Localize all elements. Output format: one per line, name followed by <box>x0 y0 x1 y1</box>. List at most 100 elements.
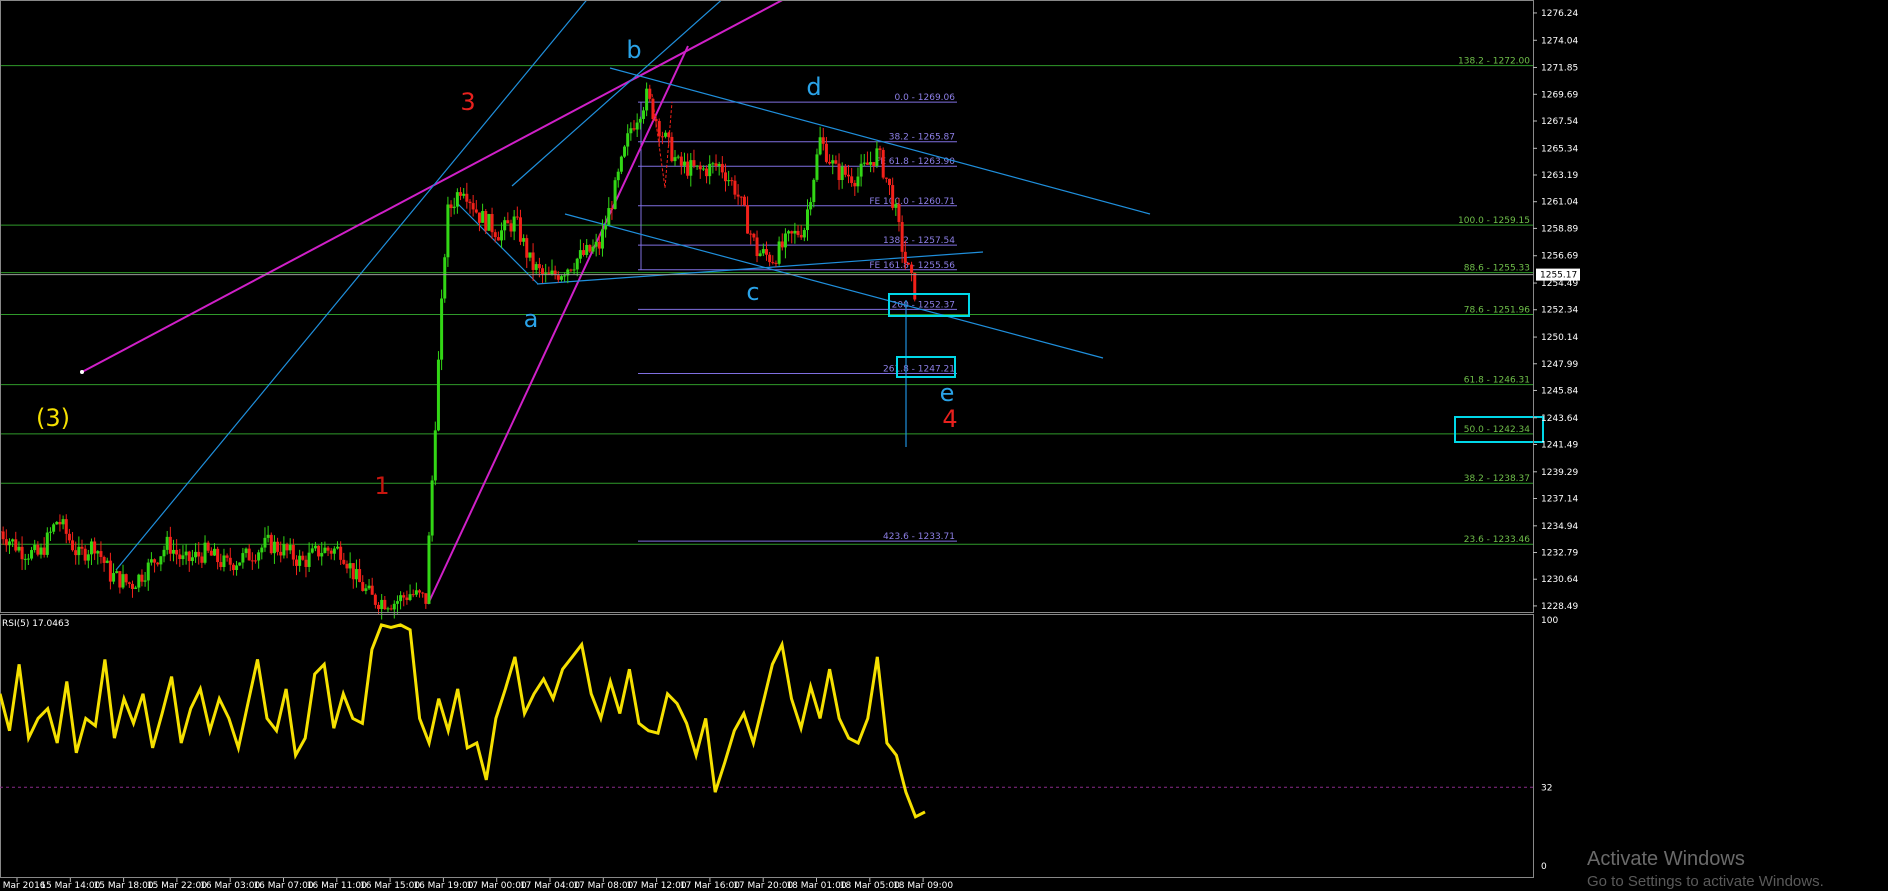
candle-body <box>36 544 40 555</box>
time-tick-label: 16 Mar 11:00 <box>307 881 367 891</box>
candle-body <box>162 549 166 557</box>
candle-body <box>190 557 194 562</box>
candle-body <box>723 172 727 182</box>
candle-body <box>471 203 475 210</box>
candle-body <box>900 222 904 252</box>
candle-body <box>320 552 324 557</box>
candle-body <box>906 262 910 265</box>
candle-body <box>143 580 147 582</box>
candle-body <box>664 132 668 137</box>
candle-body <box>200 556 204 563</box>
candle-body <box>487 214 491 231</box>
candle-body <box>878 148 882 150</box>
candle-body <box>465 193 469 202</box>
candle-body <box>282 544 286 556</box>
candle-body <box>405 597 409 600</box>
time-tick-label: 17 Mar 00:00 <box>467 881 527 891</box>
candle-body <box>821 137 825 144</box>
candle-body <box>604 225 608 230</box>
candle-body <box>272 541 276 554</box>
candle-body <box>93 541 97 554</box>
candle-body <box>212 548 216 556</box>
candle-body <box>244 548 248 554</box>
candle-body <box>149 559 153 563</box>
candle-body <box>509 223 513 232</box>
candle-body <box>591 246 595 252</box>
expansion-level-label: FE 100.0 - 1260.71 <box>869 197 955 207</box>
candle-body <box>698 165 702 170</box>
candle-body <box>140 574 144 582</box>
expansion-level-label: 138.2 - 1257.54 <box>883 236 955 246</box>
candle-body <box>594 241 598 247</box>
candle-body <box>692 160 696 167</box>
candle-body <box>616 171 620 181</box>
candle-body <box>500 230 504 241</box>
rsi-tick-label: 100 <box>1541 616 1558 626</box>
candle-body <box>329 550 333 554</box>
candle-body <box>484 211 488 231</box>
expansion-level-label: 38.2 - 1265.87 <box>889 133 955 143</box>
candle-body <box>443 257 447 299</box>
candle-body <box>339 546 343 560</box>
candle-body <box>440 298 444 360</box>
price-tick-label: 1241.49 <box>1541 440 1578 450</box>
candle-body <box>525 238 529 258</box>
candle-body <box>531 252 535 270</box>
candle-body <box>541 268 545 275</box>
candle-body <box>288 544 292 551</box>
retracement-level-label: 50.0 - 1242.34 <box>1464 425 1530 435</box>
candle-body <box>894 203 898 208</box>
candle-body <box>146 562 150 581</box>
candle-body <box>455 192 459 207</box>
activate-windows-watermark: Activate Windows <box>1587 848 1745 870</box>
candle-body <box>77 546 81 556</box>
candle-body <box>80 546 84 549</box>
candle-body <box>332 548 336 554</box>
candle-body <box>436 359 440 431</box>
candle-body <box>537 264 541 269</box>
price-tick-label: 1256.69 <box>1541 252 1578 262</box>
expansion-level-label: 261.8 - 1247.21 <box>883 364 955 374</box>
candle-body <box>238 562 242 566</box>
candle-body <box>708 163 712 177</box>
candle-body <box>774 262 778 264</box>
wave-label: e <box>940 379 955 407</box>
price-tick-label: 1250.14 <box>1541 333 1578 343</box>
candle-body <box>736 194 740 197</box>
candle-body <box>777 241 781 264</box>
candle-body <box>427 535 431 604</box>
price-tick-label: 1271.85 <box>1541 63 1578 73</box>
candle-body <box>840 166 844 180</box>
candle-body <box>23 558 27 560</box>
candle-body <box>790 231 794 234</box>
candle-body <box>263 537 267 548</box>
candle-body <box>711 163 715 165</box>
candle-body <box>115 571 119 574</box>
candle-body <box>134 587 138 589</box>
candle-body <box>815 154 819 180</box>
candle-body <box>313 545 317 549</box>
candle-body <box>881 149 885 178</box>
candle-body <box>20 546 24 560</box>
candle-body <box>771 262 775 264</box>
candle-body <box>30 550 34 559</box>
candle-body <box>184 551 188 556</box>
time-tick-label: 18 Mar 05:00 <box>840 881 900 891</box>
price-tick-label: 1247.99 <box>1541 360 1578 370</box>
time-tick-label: 17 Mar 20:00 <box>733 881 793 891</box>
candle-body <box>755 237 759 257</box>
price-chart[interactable]: 138.2 - 1272.00 100.0 - 1259.15 88.6 - 125… <box>0 0 1888 891</box>
candle-body <box>651 98 655 120</box>
wave-label: (3) <box>36 404 70 432</box>
candle-body <box>818 137 822 155</box>
candle-body <box>673 157 677 162</box>
candle-body <box>730 180 734 182</box>
candle-body <box>834 160 838 164</box>
candle-body <box>623 146 627 157</box>
candle-body <box>222 555 226 568</box>
candle-body <box>216 548 220 563</box>
candle-body <box>370 585 374 595</box>
price-tick-label: 1276.24 <box>1541 9 1578 19</box>
candle-body <box>462 193 466 196</box>
candle-body <box>377 604 381 610</box>
